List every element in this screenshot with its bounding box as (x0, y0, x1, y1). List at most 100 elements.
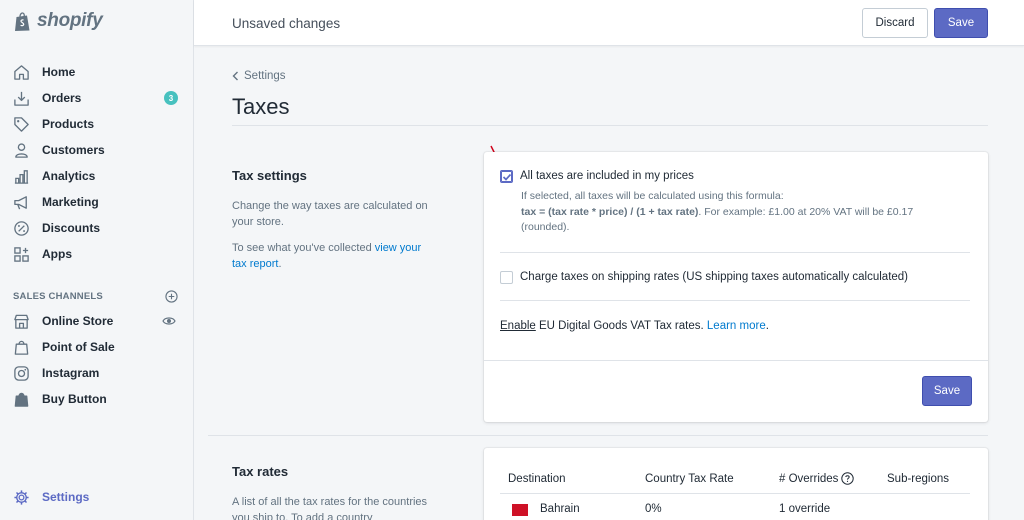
sidebar-item-customers[interactable]: Customers (0, 137, 194, 163)
sidebar-item-home[interactable]: Home (0, 59, 194, 85)
sidebar: shopify Home Orders 3 Products Customers… (0, 0, 194, 520)
sidebar-item-buy-button[interactable]: Buy Button (0, 386, 194, 412)
sidebar-item-point-of-sale[interactable]: Point of Sale (0, 334, 194, 360)
overrides-value: 1 override (779, 503, 831, 515)
chevron-left-icon (232, 71, 238, 81)
shopify-bag-icon (15, 11, 30, 31)
sidebar-item-label: Apps (42, 247, 72, 261)
sidebar-item-online-store[interactable]: Online Store (0, 308, 194, 334)
tax-rates-card: Destination Country Tax Rate # Overrides… (484, 448, 988, 520)
formula-intro: If selected, all taxes will be calculate… (521, 190, 784, 202)
column-header-label: Destination (508, 473, 566, 485)
country-tax-rate-value: 0% (645, 503, 662, 515)
card-divider (500, 300, 970, 301)
sidebar-item-label: Analytics (42, 169, 96, 183)
tax-report-prefix: To see what you've collected (232, 242, 375, 254)
column-header-label: # Overrides (779, 472, 839, 485)
page-title: Taxes (232, 94, 290, 119)
tax-rates-title: Tax rates (232, 464, 289, 479)
megaphone-icon (12, 193, 30, 211)
discard-button[interactable]: Discard (862, 8, 928, 38)
sidebar-item-label: Products (42, 117, 95, 131)
bar-chart-icon (12, 167, 30, 185)
sidebar-item-analytics[interactable]: Analytics (0, 163, 194, 189)
instagram-icon (12, 364, 30, 382)
column-header-sub-regions: Sub-regions (887, 473, 949, 485)
column-header-label: Country Tax Rate (645, 473, 734, 485)
sidebar-item-settings[interactable]: Settings (0, 484, 194, 510)
eu-vat-line: Enable EU Digital Goods VAT Tax rates. L… (500, 320, 769, 332)
table-header-divider (500, 493, 970, 494)
sidebar-item-discounts[interactable]: Discounts (0, 215, 194, 241)
shipping-taxes-label[interactable]: Charge taxes on shipping rates (US shipp… (520, 271, 908, 283)
gear-icon (12, 488, 30, 506)
tax-settings-description: Change the way taxes are calculated on y… (232, 200, 428, 228)
apps-icon (12, 245, 30, 263)
eu-vat-text: EU Digital Goods VAT Tax rates. (535, 320, 707, 332)
sales-channels-label: SALES CHANNELS (13, 291, 103, 302)
column-header-label: Sub-regions (887, 473, 950, 485)
sidebar-item-label: Customers (42, 143, 105, 157)
main-nav: Home Orders 3 Products Customers Analyti… (0, 59, 194, 267)
sidebar-item-label: Instagram (42, 366, 100, 380)
settings-nav: Settings (0, 484, 194, 510)
sidebar-item-label: Point of Sale (42, 340, 115, 354)
sales-channels-heading: SALES CHANNELS (13, 290, 178, 303)
column-header-overrides: # Overrides (779, 472, 855, 485)
column-header-country-tax-rate: Country Tax Rate (645, 473, 734, 485)
sidebar-item-label: Orders (42, 91, 82, 105)
sidebar-item-label: Discounts (42, 221, 101, 235)
breadcrumb-settings-link[interactable]: Settings (244, 70, 286, 82)
shopify-logo[interactable]: shopify (14, 10, 103, 32)
sidebar-item-label: Buy Button (42, 392, 107, 406)
orders-icon (12, 89, 30, 107)
unsaved-changes-text: Unsaved changes (232, 16, 341, 31)
sidebar-item-apps[interactable]: Apps (0, 241, 194, 267)
learn-more-suffix: . (765, 320, 769, 332)
bahrain-flag-icon (512, 504, 528, 516)
formula-text: tax = (tax rate * price) / (1 + tax rate… (521, 205, 961, 236)
sidebar-item-label: Online Store (42, 314, 114, 328)
sidebar-item-label: Settings (42, 490, 90, 504)
taxes-included-help: If selected, all taxes will be calculate… (521, 189, 961, 236)
shipping-taxes-checkbox[interactable] (500, 271, 513, 284)
home-icon (12, 63, 30, 81)
shopify-wordmark: shopify (37, 10, 103, 31)
card-section-divider (484, 360, 988, 361)
add-channel-icon[interactable] (165, 290, 178, 303)
tag-icon (12, 115, 30, 133)
section-divider (208, 435, 988, 436)
destination-link[interactable]: Bahrain (540, 503, 580, 515)
tax-settings-save-button[interactable]: Save (922, 376, 972, 406)
contextual-save-bar: Unsaved changes Discard Save (194, 0, 1024, 46)
title-divider (232, 125, 988, 126)
sidebar-item-products[interactable]: Products (0, 111, 194, 137)
discount-icon (12, 219, 30, 237)
sidebar-item-marketing[interactable]: Marketing (0, 189, 194, 215)
pos-icon (12, 338, 30, 356)
card-divider (500, 252, 970, 253)
sales-channels-list: Online Store Point of Sale Instagram Buy… (0, 308, 194, 412)
tax-settings-title: Tax settings (232, 168, 307, 183)
breadcrumb[interactable]: Settings (232, 70, 286, 82)
save-button[interactable]: Save (934, 8, 988, 38)
view-store-eye-icon[interactable] (162, 314, 176, 328)
tax-report-text: To see what you've collected view your t… (232, 240, 437, 272)
tax-report-suffix: . (278, 258, 282, 270)
sidebar-item-instagram[interactable]: Instagram (0, 360, 194, 386)
sidebar-item-label: Marketing (42, 195, 99, 209)
sidebar-item-orders[interactable]: Orders 3 (0, 85, 194, 111)
taxes-included-label[interactable]: All taxes are included in my prices (520, 170, 694, 182)
learn-more-link[interactable]: Learn more (707, 320, 766, 332)
tax-rates-description: A list of all the tax rates for the coun… (232, 496, 428, 520)
column-header-destination: Destination (508, 473, 566, 485)
store-icon (12, 312, 30, 330)
tax-settings-card: All taxes are included in my prices If s… (484, 152, 988, 422)
sidebar-item-label: Home (42, 65, 76, 79)
help-circle-icon[interactable] (841, 472, 855, 485)
orders-count-badge: 3 (164, 91, 178, 105)
person-icon (12, 141, 30, 159)
taxes-included-checkbox[interactable] (500, 170, 513, 183)
buy-button-icon (12, 390, 30, 408)
enable-eu-vat-link[interactable]: Enable (500, 320, 536, 332)
